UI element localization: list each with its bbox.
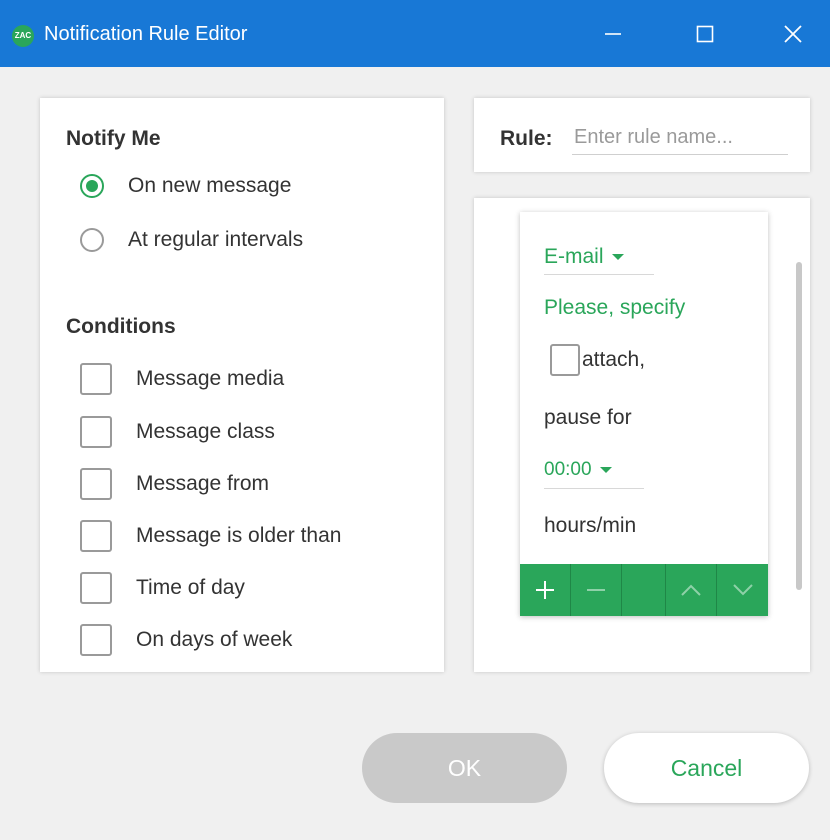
checkbox[interactable] [80, 624, 112, 656]
rule-name-input[interactable] [572, 120, 788, 155]
minimize-button[interactable] [590, 14, 636, 54]
close-icon [784, 25, 802, 43]
pause-time-dropdown[interactable]: 00:00 [544, 452, 644, 489]
add-button[interactable] [520, 564, 571, 616]
chevron-down-icon [732, 584, 753, 596]
rule-label: Rule: [500, 127, 553, 150]
pause-time-value: 00:00 [544, 459, 592, 480]
action-editor-panel: E-mail Please, specify attach, pause for… [474, 198, 810, 672]
cancel-button[interactable]: Cancel [604, 733, 809, 803]
window-title: Notification Rule Editor [44, 23, 248, 45]
condition-days-of-week[interactable]: On days of week [80, 624, 292, 656]
checkbox-label: Time of day [136, 576, 245, 599]
app-logo-icon: ZAC [12, 25, 34, 47]
chevron-up-icon [681, 584, 701, 596]
radio-on-new-message[interactable]: On new message [80, 174, 291, 198]
vertical-scrollbar[interactable] [796, 262, 802, 590]
condition-message-from[interactable]: Message from [80, 468, 269, 500]
radio-button[interactable] [80, 228, 104, 252]
minimize-icon [605, 33, 621, 35]
radio-at-regular-intervals[interactable]: At regular intervals [80, 228, 303, 252]
checkbox-label: Message media [136, 367, 285, 390]
action-toolbar [520, 564, 768, 616]
maximize-icon [696, 25, 714, 43]
toolbar-spacer [622, 564, 666, 616]
attach-option[interactable]: attach, [550, 344, 645, 376]
checkbox[interactable] [80, 363, 112, 395]
pause-label: pause for [544, 406, 632, 429]
attach-checkbox[interactable] [550, 344, 580, 376]
notify-heading: Notify Me [66, 127, 161, 150]
checkbox[interactable] [80, 468, 112, 500]
checkbox-label: Message class [136, 420, 275, 443]
condition-time-of-day[interactable]: Time of day [80, 572, 245, 604]
checkbox-label: Message is older than [136, 524, 342, 547]
title-bar: ZAC Notification Rule Editor [0, 0, 830, 67]
move-down-button[interactable] [717, 564, 768, 616]
conditions-heading: Conditions [66, 315, 176, 338]
channel-value: E-mail [544, 245, 604, 268]
close-button[interactable] [770, 14, 816, 54]
plus-icon [536, 581, 554, 599]
channel-dropdown[interactable]: E-mail [544, 240, 654, 275]
attach-label: attach, [582, 348, 646, 371]
checkbox[interactable] [80, 416, 112, 448]
maximize-button[interactable] [682, 14, 728, 54]
ok-button[interactable]: OK [362, 733, 567, 803]
condition-message-media[interactable]: Message media [80, 363, 284, 395]
action-block: E-mail Please, specify attach, pause for… [520, 212, 768, 616]
notify-conditions-panel: Notify Me On new message At regular inte… [40, 98, 444, 672]
rule-name-panel: Rule: [474, 98, 810, 172]
condition-message-class[interactable]: Message class [80, 416, 275, 448]
unit-label: hours/min [544, 514, 637, 537]
caret-down-icon [611, 254, 624, 260]
move-up-button[interactable] [666, 564, 717, 616]
radio-label: On new message [128, 174, 292, 197]
checkbox-label: Message from [136, 472, 270, 495]
radio-label: At regular intervals [128, 228, 304, 251]
checkbox[interactable] [80, 572, 112, 604]
checkbox[interactable] [80, 520, 112, 552]
radio-button-selected[interactable] [80, 174, 104, 198]
remove-button[interactable] [571, 564, 622, 616]
specify-prompt[interactable]: Please, specify [544, 296, 685, 320]
checkbox-label: On days of week [136, 628, 293, 651]
caret-down-icon [599, 467, 612, 473]
minus-icon [587, 589, 605, 591]
condition-message-older-than[interactable]: Message is older than [80, 520, 341, 552]
